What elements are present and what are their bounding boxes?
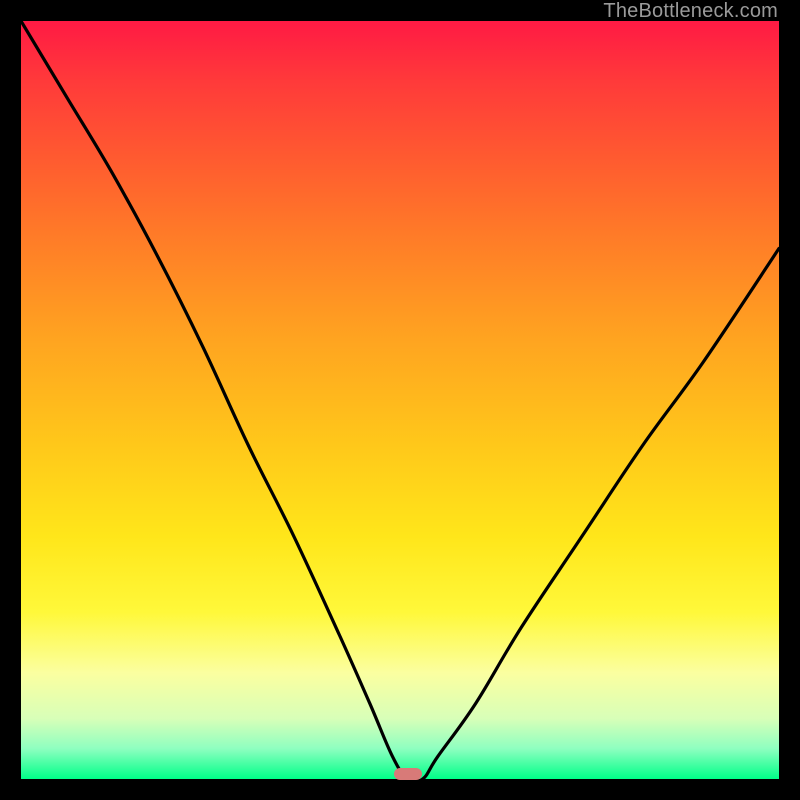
bottleneck-curve xyxy=(21,21,779,779)
chart-frame: TheBottleneck.com xyxy=(0,0,800,800)
watermark-text: TheBottleneck.com xyxy=(603,0,778,23)
optimal-point-marker xyxy=(394,768,422,780)
plot-area xyxy=(21,21,779,779)
